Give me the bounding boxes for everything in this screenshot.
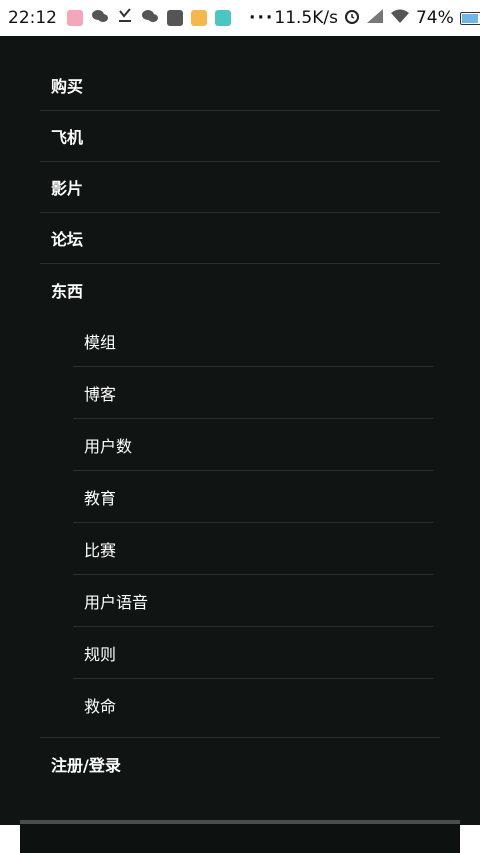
grid-app-icon bbox=[167, 10, 183, 26]
more-dots: ··· bbox=[249, 8, 275, 28]
submenu-item-label: 规则 bbox=[84, 644, 117, 664]
notification-icons bbox=[67, 7, 231, 29]
menu-item-label: 论坛 bbox=[51, 230, 84, 249]
login-register-label: 注册/登录 bbox=[51, 756, 121, 775]
submenu-item-rules[interactable]: 规则 bbox=[73, 627, 433, 679]
signal-icon bbox=[366, 8, 384, 29]
submenu-item-education[interactable]: 教育 bbox=[73, 471, 433, 523]
submenu-item-blog[interactable]: 博客 bbox=[73, 367, 433, 419]
submenu-item-user-count[interactable]: 用户数 bbox=[73, 419, 433, 471]
submenu-item-label: 比赛 bbox=[84, 540, 117, 560]
submenu-item-mods[interactable]: 模组 bbox=[73, 315, 433, 367]
menu-item-label: 东西 bbox=[51, 281, 84, 301]
login-register-link[interactable]: 注册/登录 bbox=[40, 738, 440, 790]
menu-item-label: 影片 bbox=[51, 179, 84, 198]
submenu-item-help[interactable]: 救命 bbox=[73, 679, 433, 731]
menu-item-stuff[interactable]: 东西 bbox=[40, 264, 440, 315]
menu-item-label: 飞机 bbox=[51, 128, 84, 147]
status-right: 11.5K/s 74% bbox=[274, 8, 480, 29]
menu-list: 购买 飞机 影片 论坛 东西 模组 博客 用户数 教育 比赛 用户语音 规则 救… bbox=[40, 60, 440, 790]
submenu-item-user-voice[interactable]: 用户语音 bbox=[73, 575, 433, 627]
submenu-item-label: 模组 bbox=[84, 332, 117, 352]
submenu-item-label: 博客 bbox=[84, 384, 117, 404]
submenu-stuff: 模组 博客 用户数 教育 比赛 用户语音 规则 救命 bbox=[73, 315, 433, 731]
bottom-content-edge bbox=[20, 820, 460, 853]
submenu-item-label: 用户语音 bbox=[84, 592, 149, 612]
app-pink-icon bbox=[67, 10, 83, 26]
teal-app-icon bbox=[215, 10, 231, 26]
orange-app-icon bbox=[191, 10, 207, 26]
alarm-icon bbox=[344, 8, 360, 29]
wechat-icon bbox=[141, 8, 159, 29]
battery-icon bbox=[459, 11, 480, 25]
battery-percent: 74% bbox=[415, 8, 454, 28]
menu-item-forum[interactable]: 论坛 bbox=[40, 213, 440, 264]
submenu-item-competition[interactable]: 比赛 bbox=[73, 523, 433, 575]
submenu-item-label: 教育 bbox=[84, 488, 117, 508]
menu-item-videos[interactable]: 影片 bbox=[40, 162, 440, 213]
menu-item-buy[interactable]: 购买 bbox=[40, 60, 440, 111]
submenu-item-label: 救命 bbox=[84, 697, 117, 716]
navigation-drawer: 购买 飞机 影片 论坛 东西 模组 博客 用户数 教育 比赛 用户语音 规则 救… bbox=[0, 36, 480, 825]
download-icon bbox=[117, 7, 133, 29]
status-bar: 22:12 ··· 11.5K/s 74% bbox=[0, 0, 480, 36]
wifi-icon bbox=[390, 8, 410, 29]
menu-item-label: 购买 bbox=[51, 77, 84, 96]
network-speed: 11.5K/s bbox=[274, 8, 338, 28]
submenu-item-label: 用户数 bbox=[84, 436, 133, 456]
wechat-icon bbox=[91, 8, 109, 29]
menu-item-aircraft[interactable]: 飞机 bbox=[40, 111, 440, 162]
status-time: 22:12 bbox=[8, 8, 57, 28]
